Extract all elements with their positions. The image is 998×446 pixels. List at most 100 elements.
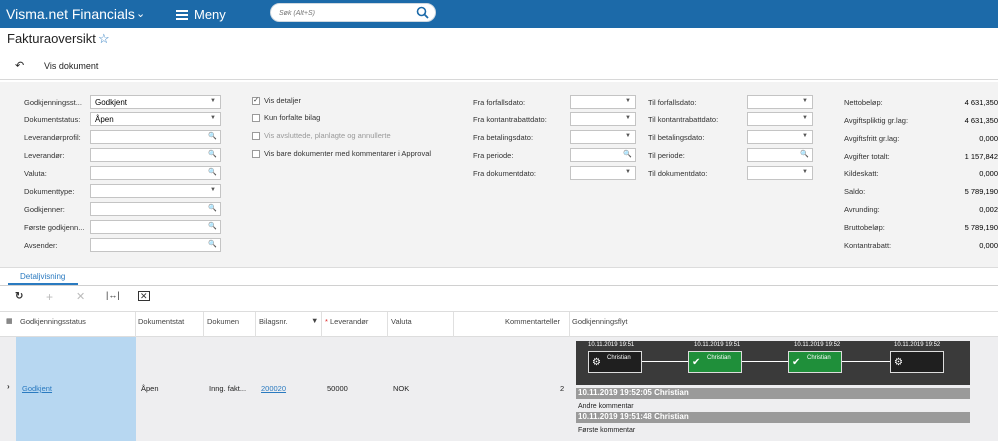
til-kontantrabattdato-field[interactable]: ▼	[747, 112, 813, 126]
search-icon[interactable]: 🔍	[208, 132, 217, 140]
vis-bare-checkbox[interactable]: Vis bare dokumenter med kommentarer i Ap…	[252, 149, 431, 158]
checkbox-icon	[252, 131, 260, 140]
step-name: Christian	[607, 355, 631, 361]
search-icon[interactable]: 🔍	[208, 168, 217, 176]
search-input[interactable]	[279, 7, 409, 19]
header-bilagsnr[interactable]: Bilagsnr.	[259, 317, 288, 326]
leverandor-field[interactable]: 🔍	[90, 148, 221, 162]
favorite-star-icon[interactable]: ☆	[98, 31, 110, 47]
dropdown-icon[interactable]: ▼	[625, 169, 631, 175]
search-icon[interactable]: 🔍	[208, 204, 217, 212]
avsender-field[interactable]: 🔍	[90, 238, 221, 252]
dropdown-icon[interactable]: ▼	[802, 169, 808, 175]
godkjenningsstatus-value: Godkjent	[95, 98, 128, 107]
dropdown-icon[interactable]: ▼	[625, 98, 631, 104]
toolbar: ↶ Vis dokument	[0, 54, 998, 80]
fra-periode-field[interactable]: 🔍	[570, 148, 636, 162]
godkjenner-field[interactable]: 🔍	[90, 202, 221, 216]
refresh-icon[interactable]: ↻	[15, 291, 23, 302]
fra-kontantrabattdato-label: Fra kontantrabattdato:	[473, 115, 547, 124]
til-forfallsdato-field[interactable]: ▼	[747, 95, 813, 109]
summary-label: Avgiftspliktig gr.lag:	[844, 116, 909, 125]
dropdown-icon[interactable]: ▼	[625, 115, 631, 121]
dokumentstatus-select[interactable]: Åpen ▼	[90, 112, 221, 126]
search-icon[interactable]: 🔍	[208, 150, 217, 158]
summary-value: 4 631,350	[964, 116, 998, 125]
search-icon[interactable]: 🔍	[208, 240, 217, 248]
comment-text: Første kommentar	[578, 427, 636, 434]
header-valuta[interactable]: Valuta	[391, 317, 412, 326]
step-name: Christian	[807, 355, 831, 361]
fra-betalingsdato-field[interactable]: ▼	[570, 130, 636, 144]
summary-label: Saldo:	[844, 187, 866, 196]
summary-value: 0,000	[979, 241, 998, 250]
dropdown-icon[interactable]: ▼	[802, 115, 808, 121]
column-divider	[453, 312, 454, 338]
leverandorprofil-field[interactable]: 🔍	[90, 130, 221, 144]
fra-dokumentdato-field[interactable]: ▼	[570, 166, 636, 180]
column-divider	[321, 312, 322, 338]
cell-bilagsnr[interactable]: 200020	[261, 384, 286, 393]
kun-forfalte-checkbox[interactable]: Kun forfalte bilag	[252, 113, 320, 122]
column-settings-icon[interactable]: ▦	[6, 317, 13, 325]
cell-valuta: NOK	[393, 384, 410, 393]
page-title: Fakturaoversikt	[7, 31, 96, 46]
search-icon[interactable]: 🔍	[208, 222, 217, 230]
leverandor-label: Leverandør:	[24, 151, 65, 160]
menu-button[interactable]: Meny	[176, 7, 226, 22]
til-betalingsdato-field[interactable]: ▼	[747, 130, 813, 144]
fit-columns-icon[interactable]: |↔|	[106, 290, 120, 300]
checkbox-icon[interactable]	[252, 113, 260, 122]
dokumenttype-select[interactable]: ▼	[90, 184, 221, 198]
step-timestamp: 10.11.2019 19:52	[894, 342, 941, 348]
tab-detaljvisning[interactable]: Detaljvisning	[20, 272, 65, 281]
menu-label: Meny	[194, 7, 226, 22]
dropdown-icon[interactable]: ▼	[625, 133, 631, 139]
fra-dokumentdato-label: Fra dokumentdato:	[473, 169, 536, 178]
row-indicator-icon: ›	[7, 382, 10, 391]
undo-icon[interactable]: ↶	[15, 59, 24, 72]
cell-godkjenningsstatus[interactable]: Godkjent	[22, 384, 52, 393]
til-periode-field[interactable]: 🔍	[747, 148, 813, 162]
header-dokumen[interactable]: Dokumen	[207, 317, 239, 326]
checkbox-icon[interactable]	[252, 149, 260, 158]
valuta-field[interactable]: 🔍	[90, 166, 221, 180]
forste-godkjenner-field[interactable]: 🔍	[90, 220, 221, 234]
fra-kontantrabattdato-field[interactable]: ▼	[570, 112, 636, 126]
divider	[0, 285, 998, 286]
forste-godkjenner-label: Første godkjenn...	[24, 223, 85, 232]
vis-detaljer-checkbox[interactable]: ✓ Vis detaljer	[252, 96, 301, 105]
search-box[interactable]	[270, 3, 436, 22]
checkbox-checked-icon[interactable]: ✓	[252, 96, 260, 105]
godkjenningsstatus-label: Godkjenningsst...	[24, 98, 82, 107]
header-leverandor[interactable]: * Leverandør	[325, 317, 368, 326]
til-dokumentdato-field[interactable]: ▼	[747, 166, 813, 180]
column-divider	[569, 312, 570, 338]
approval-flow: 10.11.2019 19:51 ⚙ Christian 10.11.2019 1…	[576, 341, 970, 385]
dropdown-icon[interactable]: ▼	[210, 98, 216, 104]
search-icon[interactable]: 🔍	[800, 150, 809, 158]
filter-icon[interactable]: ▼	[311, 316, 318, 325]
brand-title[interactable]: Visma.net Financials	[6, 6, 135, 22]
summary-label: Kontantrabatt:	[844, 241, 892, 250]
search-icon[interactable]	[416, 6, 429, 19]
til-kontantrabattdato-label: Til kontantrabattdato:	[648, 115, 719, 124]
header-kommentarteller[interactable]: Kommentarteller	[505, 317, 560, 326]
search-icon[interactable]: 🔍	[623, 150, 632, 158]
godkjenningsstatus-select[interactable]: Godkjent ▼	[90, 95, 221, 109]
table-row[interactable]: › Godkjent Åpen Inng. fakt... 200020 500…	[0, 337, 998, 441]
hamburger-icon	[176, 8, 188, 22]
column-divider	[203, 312, 204, 338]
dropdown-icon[interactable]: ▼	[210, 115, 216, 121]
header-godkjenningsstatus[interactable]: Godkjenningsstatus	[20, 317, 86, 326]
header-dokumentstat[interactable]: Dokumentstat	[138, 317, 184, 326]
dropdown-icon[interactable]: ▼	[802, 133, 808, 139]
fra-forfallsdato-field[interactable]: ▼	[570, 95, 636, 109]
vis-dokument-button[interactable]: Vis dokument	[44, 61, 98, 71]
dropdown-icon[interactable]: ▼	[802, 98, 808, 104]
export-excel-icon[interactable]: ✕	[138, 291, 150, 301]
header-godkjenningsflyt[interactable]: Godkjenningsflyt	[572, 317, 627, 326]
chevron-down-icon[interactable]: ⌄	[136, 7, 145, 20]
check-icon: ✔	[692, 357, 701, 368]
dropdown-icon[interactable]: ▼	[210, 187, 216, 193]
